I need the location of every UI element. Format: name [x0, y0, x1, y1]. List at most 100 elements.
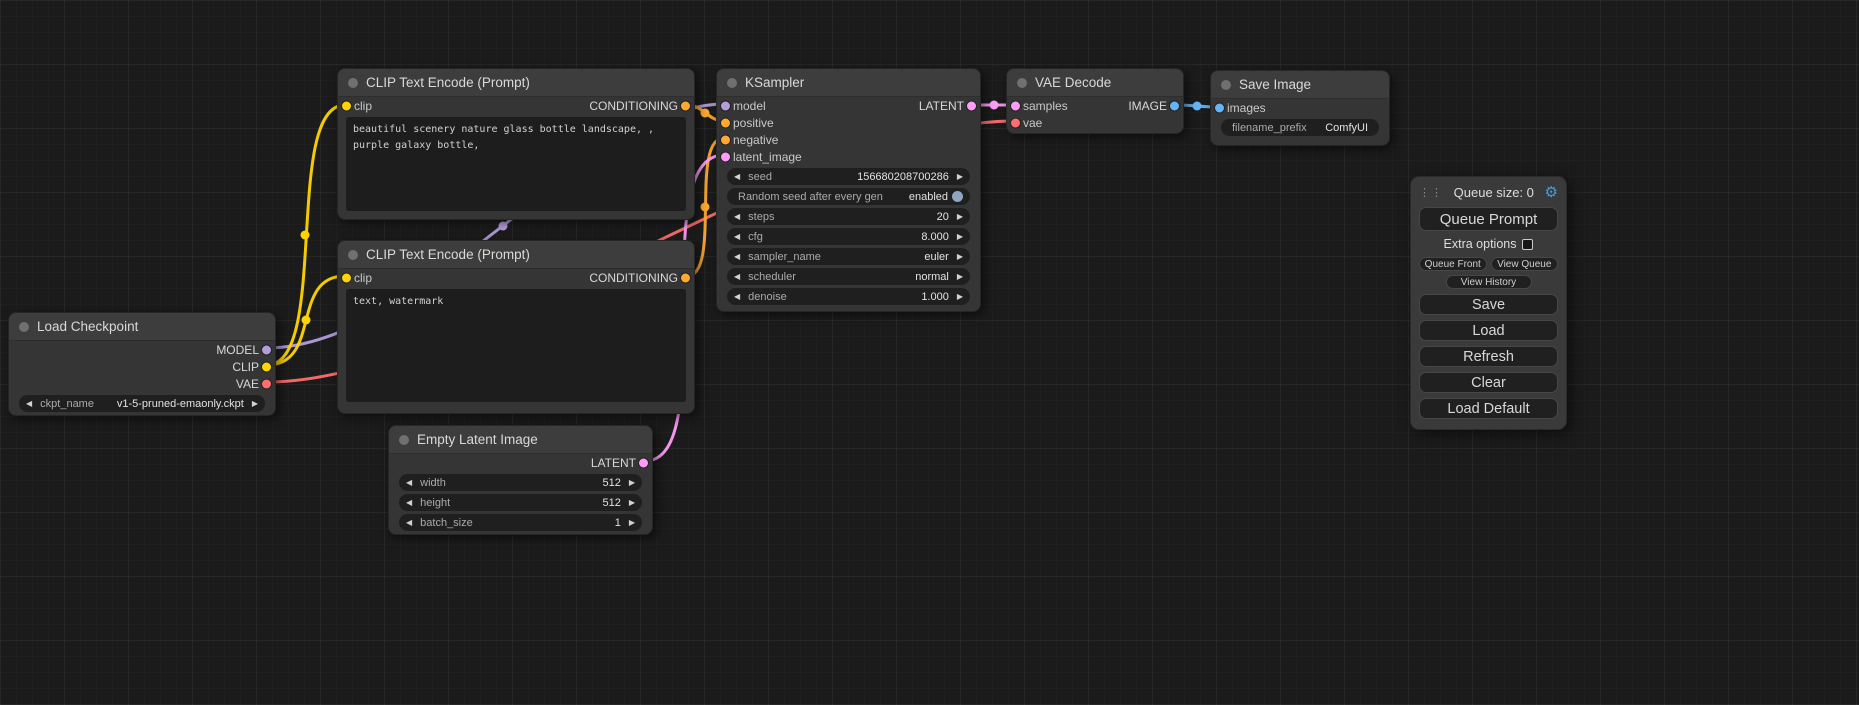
prev-arrow-icon[interactable]: ◀	[406, 479, 412, 487]
next-arrow-icon[interactable]: ▶	[629, 499, 635, 507]
output-dot-conditioning[interactable]	[681, 101, 690, 110]
output-dot-latent[interactable]	[639, 458, 648, 467]
widget-sampler-name[interactable]: ◀ sampler_name euler ▶	[727, 248, 970, 265]
slot-row-samples-image: samples IMAGE	[1007, 97, 1183, 114]
refresh-button[interactable]: Refresh	[1419, 346, 1558, 367]
save-button[interactable]: Save	[1419, 294, 1558, 315]
output-slot-model: MODEL	[9, 341, 275, 358]
next-arrow-icon[interactable]: ▶	[957, 273, 963, 281]
settings-gear-icon[interactable]: ⚙	[1545, 185, 1558, 200]
extra-options-checkbox[interactable]	[1522, 239, 1533, 250]
node-header[interactable]: Save Image	[1211, 71, 1389, 99]
widget-steps[interactable]: ◀ steps 20 ▶	[727, 208, 970, 225]
next-arrow-icon[interactable]: ▶	[629, 479, 635, 487]
load-default-button[interactable]: Load Default	[1419, 398, 1558, 419]
node-header[interactable]: CLIP Text Encode (Prompt)	[338, 241, 694, 269]
output-dot-latent[interactable]	[967, 101, 976, 110]
output-dot-vae[interactable]	[262, 379, 271, 388]
node-header[interactable]: CLIP Text Encode (Prompt)	[338, 69, 694, 97]
widget-cfg[interactable]: ◀ cfg 8.000 ▶	[727, 228, 970, 245]
widget-height[interactable]: ◀ height 512 ▶	[399, 494, 642, 511]
input-dot-clip[interactable]	[342, 273, 351, 282]
input-dot-clip[interactable]	[342, 101, 351, 110]
next-arrow-icon[interactable]: ▶	[957, 213, 963, 221]
next-arrow-icon[interactable]: ▶	[957, 233, 963, 241]
menu-header: ⋮⋮ Queue size: 0 ⚙	[1419, 182, 1558, 202]
node-clip-text-encode-positive[interactable]: CLIP Text Encode (Prompt) clip CONDITION…	[337, 68, 695, 220]
collapse-dot-icon[interactable]	[1017, 78, 1027, 88]
queue-prompt-button[interactable]: Queue Prompt	[1419, 207, 1558, 231]
collapse-dot-icon[interactable]	[727, 78, 737, 88]
node-title: CLIP Text Encode (Prompt)	[366, 75, 530, 90]
prompt-textarea[interactable]: text, watermark	[346, 289, 686, 402]
widget-ckpt-name[interactable]: ◀ ckpt_name v1-5-pruned-emaonly.ckpt ▶	[19, 395, 265, 412]
node-graph-canvas[interactable]: Load Checkpoint MODEL CLIP VAE ◀ ckpt_na…	[0, 0, 1859, 705]
node-save-image[interactable]: Save Image images filename_prefix ComfyU…	[1210, 70, 1390, 146]
widget-denoise[interactable]: ◀ denoise 1.000 ▶	[727, 288, 970, 305]
wire-midpoint-dot	[499, 222, 508, 231]
queue-front-button[interactable]: Queue Front	[1419, 257, 1487, 271]
prev-arrow-icon[interactable]: ◀	[734, 233, 740, 241]
input-dot-negative[interactable]	[721, 135, 730, 144]
wire-midpoint-dot	[990, 101, 999, 110]
toggle-knob[interactable]	[952, 191, 963, 202]
input-dot-images[interactable]	[1215, 103, 1224, 112]
node-vae-decode[interactable]: VAE Decode samples IMAGE vae	[1006, 68, 1184, 134]
output-dot-conditioning[interactable]	[681, 273, 690, 282]
wire-midpoint-dot	[701, 109, 710, 118]
widget-seed[interactable]: ◀ seed 156680208700286 ▶	[727, 168, 970, 185]
extra-options-label: Extra options	[1444, 237, 1517, 251]
input-dot-samples[interactable]	[1011, 101, 1020, 110]
prev-arrow-icon[interactable]: ◀	[734, 253, 740, 261]
next-arrow-icon[interactable]: ▶	[629, 519, 635, 527]
widget-random-seed-toggle[interactable]: Random seed after every gen enabled	[727, 188, 970, 205]
collapse-dot-icon[interactable]	[399, 435, 409, 445]
prompt-textarea[interactable]: beautiful scenery nature glass bottle la…	[346, 117, 686, 211]
next-arrow-icon[interactable]: ▶	[957, 293, 963, 301]
output-dot-model[interactable]	[262, 345, 271, 354]
collapse-dot-icon[interactable]	[348, 78, 358, 88]
output-slot-vae: VAE	[9, 375, 275, 392]
widget-filename-prefix[interactable]: filename_prefix ComfyUI	[1221, 119, 1379, 136]
input-slot-positive: positive	[717, 114, 980, 131]
node-header[interactable]: VAE Decode	[1007, 69, 1183, 97]
node-header[interactable]: KSampler	[717, 69, 980, 97]
node-empty-latent-image[interactable]: Empty Latent Image LATENT ◀ width 512 ▶ …	[388, 425, 653, 535]
next-arrow-icon[interactable]: ▶	[957, 253, 963, 261]
node-ksampler[interactable]: KSampler model LATENT positive negative …	[716, 68, 981, 312]
node-header[interactable]: Load Checkpoint	[9, 313, 275, 341]
node-load-checkpoint[interactable]: Load Checkpoint MODEL CLIP VAE ◀ ckpt_na…	[8, 312, 276, 416]
output-dot-clip[interactable]	[262, 362, 271, 371]
collapse-dot-icon[interactable]	[1221, 80, 1231, 90]
prev-arrow-icon[interactable]: ◀	[734, 213, 740, 221]
widget-batch-size[interactable]: ◀ batch_size 1 ▶	[399, 514, 642, 531]
next-arrow-icon[interactable]: ▶	[252, 400, 258, 408]
queue-controls-row: Queue Front View Queue	[1419, 257, 1558, 271]
view-queue-button[interactable]: View Queue	[1491, 257, 1559, 271]
prev-arrow-icon[interactable]: ◀	[26, 400, 32, 408]
prev-arrow-icon[interactable]: ◀	[406, 519, 412, 527]
input-dot-model[interactable]	[721, 101, 730, 110]
widget-width[interactable]: ◀ width 512 ▶	[399, 474, 642, 491]
next-arrow-icon[interactable]: ▶	[957, 173, 963, 181]
view-history-button[interactable]: View History	[1446, 275, 1532, 289]
input-dot-positive[interactable]	[721, 118, 730, 127]
input-dot-vae[interactable]	[1011, 118, 1020, 127]
widget-scheduler[interactable]: ◀ scheduler normal ▶	[727, 268, 970, 285]
node-clip-text-encode-negative[interactable]: CLIP Text Encode (Prompt) clip CONDITION…	[337, 240, 695, 414]
prev-arrow-icon[interactable]: ◀	[734, 173, 740, 181]
prev-arrow-icon[interactable]: ◀	[734, 273, 740, 281]
prev-arrow-icon[interactable]: ◀	[406, 499, 412, 507]
input-dot-latent-image[interactable]	[721, 152, 730, 161]
drag-handle-icon[interactable]: ⋮⋮	[1419, 186, 1443, 199]
prev-arrow-icon[interactable]: ◀	[734, 293, 740, 301]
queue-size-label: Queue size: 0	[1454, 185, 1534, 200]
clear-button[interactable]: Clear	[1419, 372, 1558, 393]
wire-midpoint-dot	[701, 203, 710, 212]
output-slot-latent: LATENT	[389, 454, 652, 471]
collapse-dot-icon[interactable]	[348, 250, 358, 260]
output-dot-image[interactable]	[1170, 101, 1179, 110]
load-button[interactable]: Load	[1419, 320, 1558, 341]
node-header[interactable]: Empty Latent Image	[389, 426, 652, 454]
collapse-dot-icon[interactable]	[19, 322, 29, 332]
